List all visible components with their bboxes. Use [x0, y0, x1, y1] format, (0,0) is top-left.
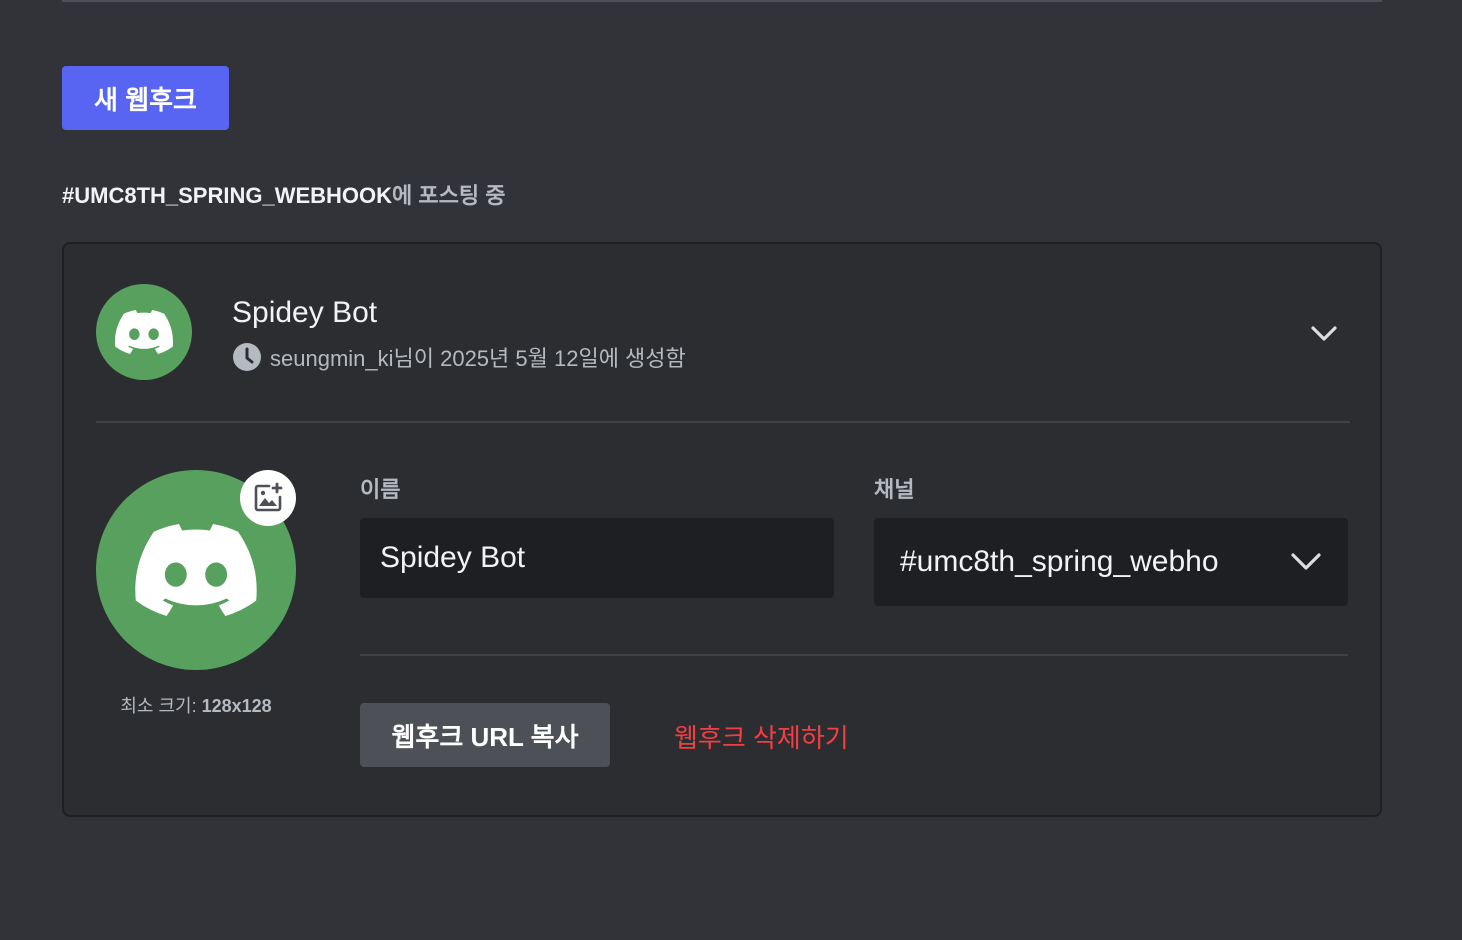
min-size-value: 128x128: [201, 696, 272, 716]
header-divider: [96, 421, 1350, 423]
avatar-min-size: 최소 크기: 128x128: [96, 692, 296, 718]
webhook-name-title: Spidey Bot: [232, 296, 378, 329]
add-image-icon[interactable]: [240, 470, 296, 526]
name-input[interactable]: [360, 518, 834, 598]
avatar-upload[interactable]: [96, 470, 296, 670]
channel-field-label: 채널: [874, 477, 915, 502]
channel-select-value: #umc8th_spring_webho: [900, 545, 1219, 578]
delete-webhook-button[interactable]: 웹후크 삭제하기: [674, 718, 849, 755]
posting-suffix: 에 포스팅 중: [392, 183, 506, 208]
chevron-down-icon: [1288, 544, 1324, 580]
min-size-prefix: 최소 크기:: [120, 696, 202, 716]
posting-channel-name: #UMC8TH_SPRING_WEBHOOK: [62, 183, 393, 208]
top-divider: [62, 0, 1382, 2]
created-text: seungmin_ki님이 2025년 5월 12일에 생성함: [270, 346, 686, 371]
webhook-avatar-small: [96, 284, 192, 380]
webhook-card-header[interactable]: Spidey Bot seungmin_ki님이 2025년 5월 12일에 생…: [64, 244, 1380, 422]
webhook-settings-page: 새 웹후크 #UMC8TH_SPRING_WEBHOOK에 포스팅 중 Spid…: [0, 0, 1462, 940]
discord-logo-icon: [115, 310, 173, 354]
discord-logo-icon: [135, 524, 257, 616]
new-webhook-button[interactable]: 새 웹후크: [62, 66, 229, 130]
chevron-down-icon[interactable]: [1308, 318, 1340, 350]
created-info: seungmin_ki님이 2025년 5월 12일에 생성함: [232, 342, 686, 372]
body-divider: [360, 654, 1348, 656]
clock-icon: [232, 342, 262, 372]
channel-select[interactable]: #umc8th_spring_webho: [874, 518, 1348, 606]
copy-webhook-url-button[interactable]: 웹후크 URL 복사: [360, 703, 610, 767]
webhook-card: Spidey Bot seungmin_ki님이 2025년 5월 12일에 생…: [62, 242, 1382, 817]
name-field-label: 이름: [360, 477, 401, 502]
posting-channel-label: #UMC8TH_SPRING_WEBHOOK에 포스팅 중: [62, 178, 505, 210]
